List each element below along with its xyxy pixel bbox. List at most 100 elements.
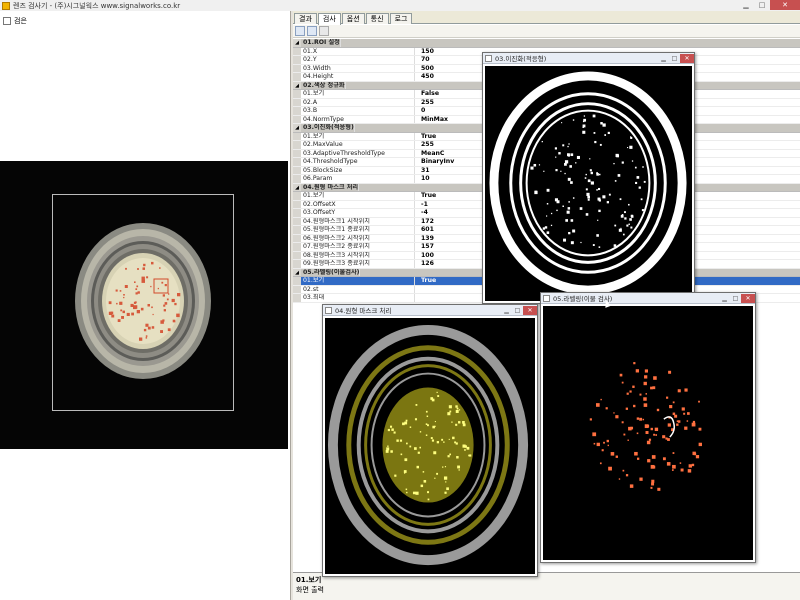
speck <box>568 201 570 203</box>
speck <box>683 412 686 415</box>
speck <box>448 438 450 440</box>
maximize-icon[interactable]: □ <box>754 0 770 10</box>
speck <box>586 192 590 196</box>
labeling-window-titlebar[interactable]: 05.라벨링(이물 검사) ▁ □ ✕ <box>541 293 755 304</box>
mask-window-titlebar[interactable]: 04.원형 마스크 처리 ▁ □ ✕ <box>323 305 537 316</box>
collapse-icon[interactable]: ◢ <box>293 81 301 89</box>
speck <box>404 472 406 474</box>
speck <box>606 439 609 443</box>
speck <box>416 465 420 469</box>
binarize-window-titlebar[interactable]: 03.이진화(적응형) ▁ □ ✕ <box>483 53 694 64</box>
collapse-icon[interactable]: ◢ <box>293 183 301 191</box>
maximize-icon[interactable]: □ <box>730 294 741 303</box>
black-checkbox-row[interactable]: 검은 <box>3 16 27 26</box>
minimize-icon[interactable]: ▁ <box>658 54 669 63</box>
alphabetical-view-icon[interactable] <box>307 26 317 36</box>
speck <box>412 491 416 495</box>
property-name: 09.원형마스크3 종료위치 <box>301 260 415 268</box>
minimize-icon[interactable]: ▁ <box>501 306 512 315</box>
speck <box>444 466 447 468</box>
speck <box>608 193 611 196</box>
collapse-icon[interactable]: ◢ <box>293 268 301 276</box>
speck <box>681 407 685 411</box>
speck <box>575 162 577 164</box>
speck <box>646 440 651 445</box>
mask-window[interactable]: 04.원형 마스크 처리 ▁ □ ✕ <box>322 304 538 577</box>
property-category[interactable]: ◢ 01.ROI 설정 <box>293 39 800 48</box>
speck <box>614 224 617 227</box>
speck <box>570 181 573 184</box>
close-icon[interactable]: ✕ <box>680 53 694 63</box>
speck <box>672 401 675 404</box>
speck <box>406 442 408 445</box>
speck <box>593 132 596 134</box>
speck <box>625 407 628 410</box>
black-checkbox[interactable] <box>3 17 11 25</box>
speck <box>419 446 421 449</box>
maximize-icon[interactable]: □ <box>512 306 523 315</box>
row-gutter <box>293 285 301 293</box>
speck <box>585 188 588 191</box>
speck <box>613 162 615 165</box>
close-icon[interactable]: ✕ <box>770 0 800 10</box>
categorized-view-icon[interactable] <box>295 26 305 36</box>
tab-result[interactable]: 결과 <box>294 13 317 24</box>
speck <box>676 423 679 426</box>
speck <box>603 441 605 444</box>
tab-communication[interactable]: 통신 <box>365 13 389 24</box>
speck <box>387 445 389 447</box>
main-window-titlebar: 렌즈 검사기 - (주)시그널웍스 www.signalworks.co.kr … <box>0 0 800 11</box>
speck <box>533 163 537 167</box>
maximize-icon[interactable]: □ <box>669 54 680 63</box>
binarize-window[interactable]: 03.이진화(적응형) ▁ □ ✕ <box>482 52 695 304</box>
row-gutter <box>293 200 301 208</box>
row-gutter <box>293 209 301 217</box>
speck <box>668 370 672 374</box>
collapse-icon[interactable]: ◢ <box>293 39 301 47</box>
speck <box>618 228 622 232</box>
speck <box>576 155 580 160</box>
speck <box>431 439 435 442</box>
speck <box>653 376 657 380</box>
property-category-label: 02.색상 정규화 <box>303 81 346 89</box>
speck <box>389 425 393 428</box>
speck <box>430 437 433 440</box>
speck <box>634 451 638 456</box>
speck <box>562 144 565 147</box>
speck <box>403 470 407 473</box>
speck <box>446 487 449 491</box>
speck <box>672 464 676 469</box>
tab-log[interactable]: 로그 <box>389 13 413 24</box>
tab-inspection[interactable]: 검사 <box>317 13 341 25</box>
collapse-icon[interactable]: ◢ <box>293 124 301 132</box>
speck <box>650 427 653 431</box>
speck <box>627 439 629 441</box>
binarize-image-svg <box>485 66 692 301</box>
speck <box>546 203 549 205</box>
close-icon[interactable]: ✕ <box>741 293 755 303</box>
minimize-icon[interactable]: ▁ <box>719 294 730 303</box>
speck <box>567 177 571 181</box>
speck <box>698 442 702 447</box>
lens-camera-image[interactable] <box>0 161 288 449</box>
speck <box>665 437 668 440</box>
property-name: 06.원형마스크2 시작위치 <box>301 234 415 242</box>
speck <box>414 418 418 421</box>
row-gutter <box>293 277 301 285</box>
row-gutter <box>293 90 301 98</box>
roi-rectangle[interactable] <box>52 194 234 411</box>
speck <box>454 441 457 444</box>
speck <box>602 123 606 127</box>
property-pages-icon[interactable] <box>319 26 329 36</box>
speck <box>443 441 445 443</box>
speck <box>387 428 390 432</box>
speck <box>570 241 574 245</box>
row-gutter <box>293 243 301 251</box>
speck <box>593 442 596 445</box>
speck <box>541 140 543 143</box>
labeling-window[interactable]: 05.라벨링(이물 검사) ▁ □ ✕ <box>540 292 756 563</box>
minimize-icon[interactable]: ▁ <box>738 0 754 10</box>
tab-options[interactable]: 옵션 <box>341 13 365 24</box>
speck <box>596 189 598 191</box>
close-icon[interactable]: ✕ <box>523 305 537 315</box>
